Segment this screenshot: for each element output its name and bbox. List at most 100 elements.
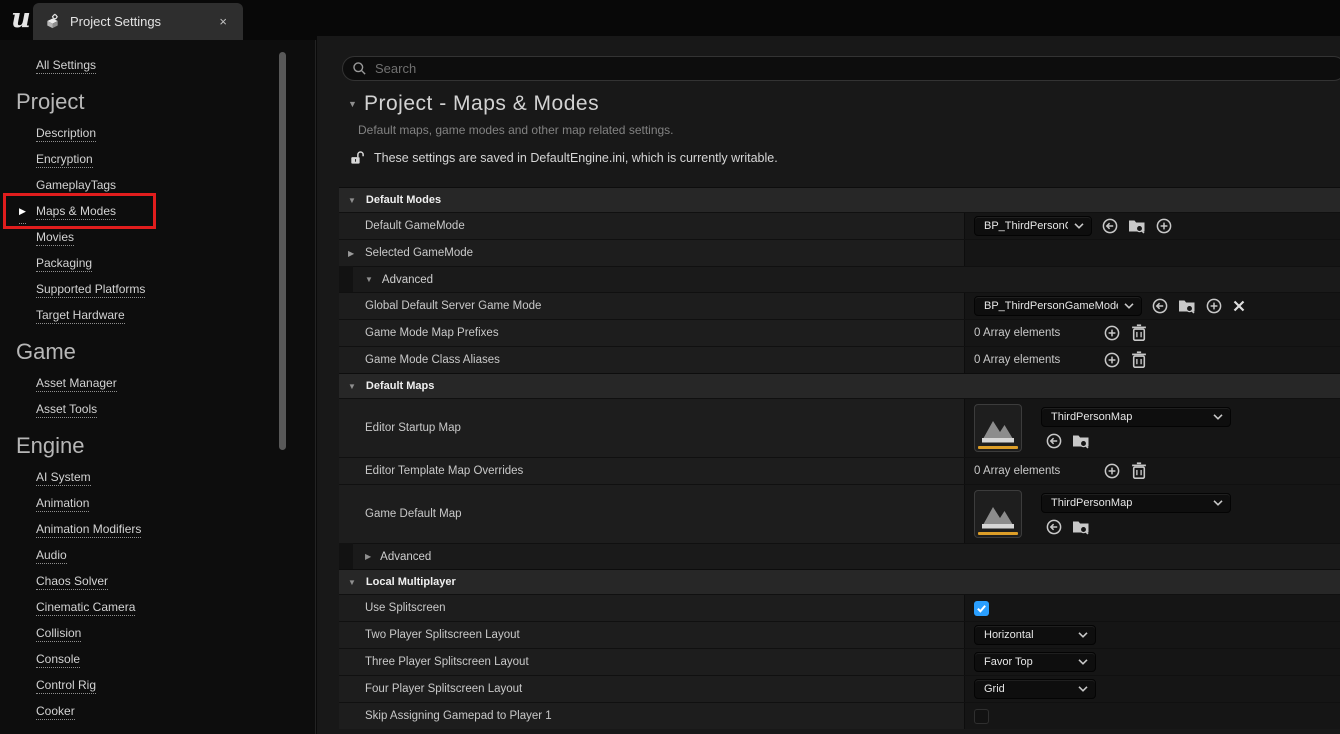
row-use-splitscreen: Use Splitscreen	[339, 594, 1340, 621]
clear-value-button[interactable]	[1232, 299, 1246, 313]
use-splitscreen-checkbox[interactable]	[974, 601, 989, 616]
expand-arrow-icon[interactable]: ▶	[348, 249, 354, 258]
sidebar-item-gameplaytags[interactable]: GameplayTags	[36, 172, 116, 198]
use-selected-asset-button[interactable]	[1045, 518, 1063, 536]
sidebar-item-supported-platforms[interactable]: Supported Platforms	[36, 276, 145, 302]
array-elements-count: 0 Array elements	[974, 327, 1094, 339]
config-file-note: These settings are saved in DefaultEngin…	[374, 151, 778, 165]
row-skip-assigning-gamepad: Skip Assigning Gamepad to Player 1	[339, 702, 1340, 729]
sidebar-item-asset-manager[interactable]: Asset Manager	[36, 370, 117, 396]
checkmark-icon	[976, 603, 987, 614]
row-selected-gamemode: ▶ Selected GameMode	[339, 239, 1340, 266]
settings-main-panel: ▼ Project - Maps & Modes Default maps, g…	[317, 36, 1340, 734]
section-collapse-icon: ▼	[348, 382, 356, 391]
sidebar-item-animation-modifiers[interactable]: Animation Modifiers	[36, 516, 141, 542]
chevron-down-icon	[1124, 303, 1134, 309]
chevron-down-icon	[1078, 659, 1088, 665]
search-bar[interactable]	[342, 56, 1340, 81]
chevron-down-icon	[1213, 414, 1223, 420]
sidebar-item-audio[interactable]: Audio	[36, 542, 67, 568]
sidebar-section-project: Project	[16, 88, 315, 116]
use-selected-asset-button[interactable]	[1045, 432, 1063, 450]
sidebar-item-encryption[interactable]: Encryption	[36, 146, 93, 172]
search-input[interactable]	[375, 61, 1340, 76]
two-player-layout-dropdown[interactable]: Horizontal	[974, 625, 1096, 645]
use-selected-asset-button[interactable]	[1101, 217, 1119, 235]
sidebar-scrollbar[interactable]	[279, 52, 286, 450]
browse-to-asset-button[interactable]	[1072, 518, 1090, 536]
page-subtitle: Default maps, game modes and other map r…	[358, 123, 1320, 137]
four-player-layout-dropdown[interactable]: Grid	[974, 679, 1096, 699]
page-collapse-icon[interactable]: ▼	[348, 99, 364, 109]
tab-close-icon[interactable]: ×	[215, 12, 231, 31]
sidebar-item-control-rig[interactable]: Control Rig	[36, 672, 96, 698]
row-game-mode-class-aliases: Game Mode Class Aliases 0 Array elements	[339, 346, 1340, 373]
map-asset-thumbnail[interactable]	[974, 404, 1022, 452]
row-global-default-server-game-mode: Global Default Server Game Mode BP_Third…	[339, 292, 1340, 319]
add-array-element-button[interactable]	[1103, 351, 1121, 369]
level-thumbnail-icon	[979, 494, 1017, 532]
section-header-local-multiplayer[interactable]: ▼ Local Multiplayer	[339, 569, 1340, 594]
editor-startup-map-dropdown[interactable]: ThirdPersonMap	[1041, 407, 1231, 427]
sidebar-item-asset-tools[interactable]: Asset Tools	[36, 396, 97, 422]
skip-gamepad-checkbox[interactable]	[974, 709, 989, 724]
add-array-element-button[interactable]	[1103, 462, 1121, 480]
chevron-down-icon	[1074, 223, 1084, 229]
sidebar-item-packaging[interactable]: Packaging	[36, 250, 92, 276]
chevron-down-icon	[1078, 686, 1088, 692]
advanced-expanded-icon: ▼	[365, 275, 373, 284]
top-bar: u Project Settings ×	[0, 0, 1340, 40]
sidebar-item-cinematic-camera[interactable]: Cinematic Camera	[36, 594, 135, 620]
sidebar-item-console[interactable]: Console	[36, 646, 80, 672]
chevron-down-icon	[1213, 500, 1223, 506]
sidebar-item-animation[interactable]: Animation	[36, 490, 89, 516]
row-four-player-splitscreen-layout: Four Player Splitscreen Layout Grid	[339, 675, 1340, 702]
sidebar-item-description[interactable]: Description	[36, 120, 96, 146]
sidebar-item-maps-and-modes[interactable]: ▶ Maps & Modes	[36, 198, 116, 224]
default-gamemode-dropdown[interactable]: BP_ThirdPersonGameMode	[974, 216, 1092, 236]
sidebar-item-chaos-solver[interactable]: Chaos Solver	[36, 568, 108, 594]
global-server-gamemode-dropdown[interactable]: BP_ThirdPersonGameMode	[974, 296, 1142, 316]
add-array-element-button[interactable]	[1103, 324, 1121, 342]
clear-array-button[interactable]	[1130, 351, 1148, 369]
sidebar-item-cooker[interactable]: Cooker	[36, 698, 75, 724]
sidebar-item-collision[interactable]: Collision	[36, 620, 81, 646]
row-game-default-map: Game Default Map ThirdPersonMap	[339, 484, 1340, 543]
tab-project-settings[interactable]: Project Settings ×	[33, 3, 243, 40]
add-new-asset-button[interactable]	[1205, 297, 1223, 315]
chevron-down-icon	[1078, 632, 1088, 638]
selected-item-arrow-icon: ▶	[19, 198, 26, 224]
sidebar-item-ai-system[interactable]: AI System	[36, 464, 91, 490]
browse-to-asset-button[interactable]	[1072, 432, 1090, 450]
page-title: Project - Maps & Modes	[364, 92, 599, 116]
row-game-mode-map-prefixes: Game Mode Map Prefixes 0 Array elements	[339, 319, 1340, 346]
three-player-layout-dropdown[interactable]: Favor Top	[974, 652, 1096, 672]
advanced-collapsed-icon: ▶	[365, 552, 371, 561]
sidebar-section-game: Game	[16, 338, 315, 366]
map-asset-thumbnail[interactable]	[974, 490, 1022, 538]
array-elements-count: 0 Array elements	[974, 354, 1094, 366]
project-settings-icon	[44, 13, 61, 30]
search-icon	[352, 61, 367, 76]
section-header-default-maps[interactable]: ▼ Default Maps	[339, 373, 1340, 398]
sidebar-item-all-settings[interactable]: All Settings	[36, 52, 96, 78]
add-new-asset-button[interactable]	[1155, 217, 1173, 235]
row-editor-startup-map: Editor Startup Map ThirdPersonMap	[339, 398, 1340, 457]
section-header-default-modes[interactable]: ▼ Default Modes	[339, 187, 1340, 212]
browse-to-asset-button[interactable]	[1178, 297, 1196, 315]
array-elements-count: 0 Array elements	[974, 465, 1094, 477]
settings-rows: ▼ Default Modes Default GameMode BP_Thir…	[339, 187, 1340, 729]
row-default-gamemode: Default GameMode BP_ThirdPersonGameMode	[339, 212, 1340, 239]
game-default-map-dropdown[interactable]: ThirdPersonMap	[1041, 493, 1231, 513]
level-thumbnail-icon	[979, 408, 1017, 446]
browse-to-asset-button[interactable]	[1128, 217, 1146, 235]
section-collapse-icon: ▼	[348, 196, 356, 205]
use-selected-asset-button[interactable]	[1151, 297, 1169, 315]
sidebar-item-movies[interactable]: Movies	[36, 224, 74, 250]
section-collapse-icon: ▼	[348, 578, 356, 587]
default-maps-advanced-header[interactable]: ▶ Advanced	[353, 543, 1340, 569]
default-modes-advanced-header[interactable]: ▼ Advanced	[353, 266, 1340, 292]
sidebar-item-target-hardware[interactable]: Target Hardware	[36, 302, 125, 328]
clear-array-button[interactable]	[1130, 324, 1148, 342]
clear-array-button[interactable]	[1130, 462, 1148, 480]
